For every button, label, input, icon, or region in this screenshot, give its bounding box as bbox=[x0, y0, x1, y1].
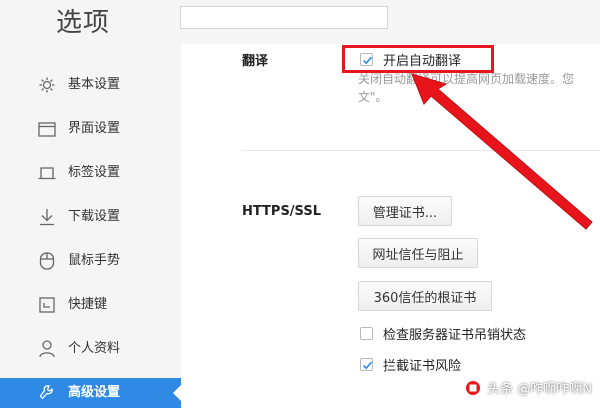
annotation-arrow bbox=[411, 73, 593, 230]
watermark-logo-icon bbox=[466, 380, 481, 395]
watermark-text: 头条 @咋啊咋啊N bbox=[487, 382, 592, 397]
watermark: 头条 @咋啊咋啊N bbox=[465, 378, 592, 397]
